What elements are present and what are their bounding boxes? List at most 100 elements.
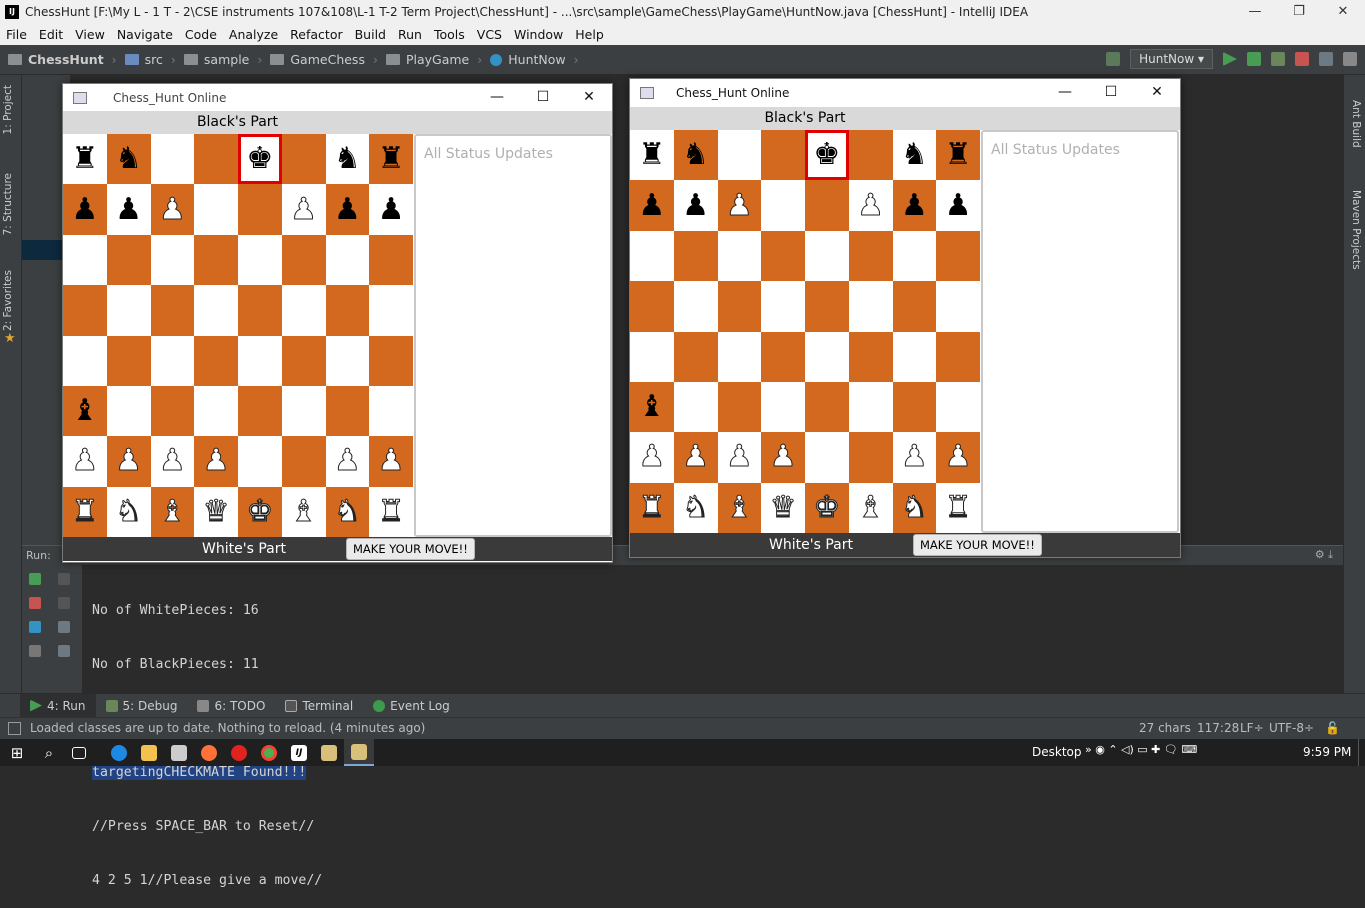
board-square[interactable] [369, 285, 413, 336]
restore-icon[interactable]: ❐ [1277, 0, 1321, 23]
board-square[interactable] [936, 230, 980, 282]
pause-icon[interactable] [29, 621, 41, 633]
board-square[interactable] [194, 134, 238, 185]
tab-project[interactable]: 1: Project [2, 85, 14, 134]
board-square[interactable]: ♚ [805, 130, 849, 181]
board-square[interactable] [325, 385, 370, 437]
board-square[interactable] [63, 234, 107, 286]
status-line-separator[interactable]: LF÷ [1240, 721, 1264, 735]
board-square[interactable]: ♛ [194, 486, 238, 537]
stop-icon[interactable] [29, 597, 41, 609]
menu-vcs[interactable]: VCS [471, 27, 508, 42]
settings-icon[interactable]: ⚙ ⤓ [1315, 548, 1333, 562]
board-square[interactable]: ♟ [630, 432, 674, 483]
camera-icon[interactable] [29, 645, 41, 657]
menu-edit[interactable]: Edit [33, 27, 69, 42]
board-square[interactable] [892, 331, 937, 382]
board-square[interactable]: ♟ [848, 180, 893, 231]
show-desktop-button[interactable] [1358, 739, 1365, 766]
board-square[interactable] [848, 130, 893, 181]
board-square[interactable] [238, 234, 282, 286]
board-square[interactable] [848, 381, 893, 433]
menu-run[interactable]: Run [392, 27, 428, 42]
board-square[interactable] [106, 234, 151, 286]
board-square[interactable] [805, 432, 849, 483]
board-square[interactable] [630, 331, 674, 382]
board-square[interactable] [848, 281, 893, 332]
chess-window-title-bar[interactable]: Chess_Hunt Online — ☐ ✕ [630, 79, 1180, 107]
menu-analyze[interactable]: Analyze [223, 27, 284, 42]
board-square[interactable]: ♜ [630, 130, 674, 181]
board-square[interactable]: ♜ [630, 482, 674, 533]
down-arrow-icon[interactable] [58, 597, 70, 609]
board-square[interactable]: ♟ [761, 432, 805, 483]
search-icon[interactable] [1343, 52, 1357, 66]
board-square[interactable] [936, 381, 980, 433]
menu-help[interactable]: Help [569, 27, 610, 42]
board-square[interactable]: ♟ [936, 180, 980, 231]
board-square[interactable]: ♞ [892, 482, 937, 533]
board-square[interactable] [673, 281, 718, 332]
tab-structure[interactable]: 7: Structure [2, 173, 14, 235]
tab-maven-projects[interactable]: Maven Projects [1350, 190, 1362, 270]
board-square[interactable]: ♝ [848, 482, 893, 533]
board-square[interactable] [717, 130, 762, 181]
maximize-icon[interactable]: ☐ [1088, 79, 1134, 106]
coverage-icon[interactable] [1271, 52, 1285, 66]
task-view-icon[interactable] [64, 739, 94, 766]
board-square[interactable] [761, 281, 805, 332]
board-square[interactable] [63, 335, 107, 386]
tab-debug[interactable]: 5: Debug [96, 694, 188, 718]
status-updates-area[interactable]: All Status Updates [414, 134, 612, 537]
board-square[interactable] [936, 281, 980, 332]
menu-view[interactable]: View [69, 27, 111, 42]
board-square[interactable] [325, 335, 370, 386]
board-square[interactable]: ♟ [892, 180, 937, 231]
board-square[interactable]: ♝ [630, 381, 674, 433]
tab-run[interactable]: 4: Run [20, 693, 96, 718]
board-square[interactable] [281, 335, 326, 386]
tab-favorites[interactable]: 2: Favorites [2, 270, 14, 331]
board-square[interactable]: ♞ [325, 486, 370, 537]
board-square[interactable]: ♟ [63, 436, 107, 487]
board-square[interactable]: ♟ [717, 432, 762, 483]
board-square[interactable] [848, 331, 893, 382]
board-square[interactable] [238, 285, 282, 336]
board-square[interactable] [673, 331, 718, 382]
board-square[interactable] [717, 281, 762, 332]
close-icon[interactable]: ✕ [1321, 0, 1365, 23]
board-square[interactable] [106, 285, 151, 336]
print-icon[interactable] [58, 645, 70, 657]
maximize-icon[interactable]: ☐ [520, 84, 566, 111]
board-square[interactable] [106, 335, 151, 386]
breadcrumb-sample[interactable]: sample › [183, 52, 262, 67]
run-config-select[interactable]: HuntNow ▾ [1130, 49, 1213, 69]
status-updates-area[interactable]: All Status Updates [981, 130, 1179, 533]
board-square[interactable] [194, 285, 238, 336]
board-square[interactable] [238, 335, 282, 386]
board-square[interactable]: ♟ [892, 432, 937, 483]
board-square[interactable] [194, 234, 238, 286]
board-square[interactable] [150, 134, 195, 185]
board-square[interactable] [805, 180, 849, 231]
board-square[interactable]: ♚ [238, 134, 282, 185]
board-square[interactable]: ♟ [325, 184, 370, 235]
run-icon[interactable] [1223, 52, 1237, 66]
board-square[interactable] [369, 234, 413, 286]
store-icon[interactable] [164, 739, 194, 766]
board-square[interactable]: ♚ [805, 482, 849, 533]
board-square[interactable] [761, 381, 805, 433]
board-square[interactable] [805, 281, 849, 332]
board-square[interactable]: ♟ [194, 436, 238, 487]
board-square[interactable] [150, 285, 195, 336]
tab-ant-build[interactable]: Ant Build [1350, 100, 1362, 148]
board-square[interactable] [892, 230, 937, 282]
tab-todo[interactable]: 6: TODO [187, 694, 275, 718]
minimize-icon[interactable]: — [474, 84, 520, 111]
menu-navigate[interactable]: Navigate [111, 27, 179, 42]
board-square[interactable]: ♜ [936, 482, 980, 533]
board-square[interactable]: ♞ [673, 130, 718, 181]
board-square[interactable] [106, 385, 151, 437]
tab-terminal[interactable]: Terminal [275, 694, 363, 718]
board-square[interactable]: ♝ [717, 482, 762, 533]
